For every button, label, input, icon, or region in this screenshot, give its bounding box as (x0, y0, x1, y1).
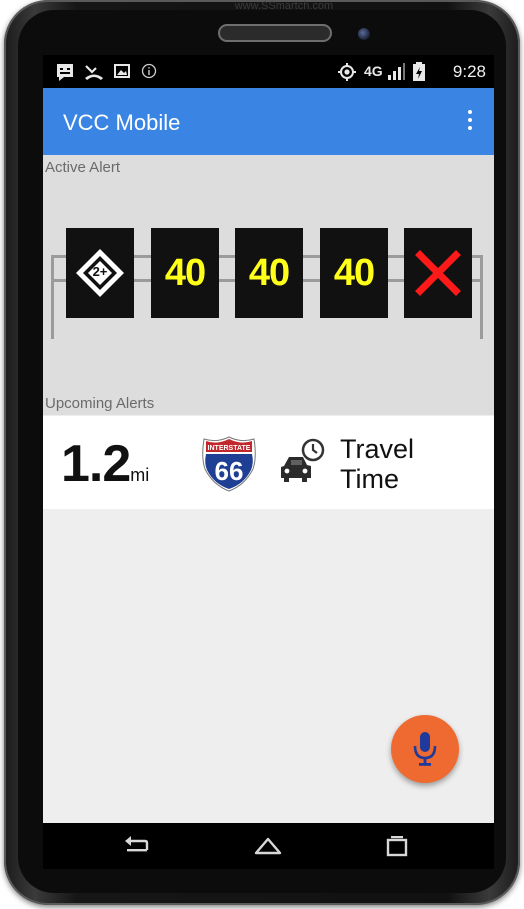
upcoming-alerts-label: Upcoming Alerts (45, 395, 155, 412)
network-type: 4G (364, 63, 383, 79)
gantry-post-left (51, 255, 54, 339)
active-alert-label: Active Alert (45, 159, 121, 176)
alert-title: Travel Time (340, 434, 414, 494)
shield-number: 66 (215, 456, 244, 486)
interstate-shield-icon: INTERSTATE 66 (202, 436, 256, 492)
distance-unit: mi (130, 465, 150, 485)
gantry-post-right (480, 255, 483, 339)
voice-input-button[interactable] (391, 715, 459, 783)
earpiece-speaker (218, 24, 332, 42)
red-x-icon (415, 250, 461, 296)
signal-icon (386, 62, 406, 87)
more-vertical-icon[interactable] (466, 110, 474, 134)
watermark: www.SSmartch.com (234, 0, 334, 12)
speed-sign-value: 40 (248, 251, 290, 294)
missed-call-icon (83, 62, 105, 87)
lane-closed-sign (404, 228, 472, 318)
screen: 4G 9:28 VCC Mobile Active Alert 2+ 40 40… (43, 55, 494, 823)
upcoming-alert-item[interactable]: 1.2mi INTERSTATE 66 Travel Time (43, 416, 494, 509)
app-bar: VCC Mobile (43, 88, 494, 155)
status-time: 9:28 (452, 62, 486, 81)
speed-sign-1: 40 (151, 228, 219, 318)
speed-sign-3: 40 (320, 228, 388, 318)
message-icon (55, 62, 75, 87)
image-icon (113, 62, 131, 85)
car-clock-icon (281, 438, 325, 482)
microphone-icon (413, 732, 437, 766)
home-icon[interactable] (253, 835, 283, 857)
speed-sign-value: 40 (333, 251, 375, 294)
alert-title-line1: Travel (340, 434, 415, 464)
battery-charging-icon (412, 62, 426, 87)
hov-sign-text: 2+ (92, 264, 108, 279)
hov-lane-sign: 2+ (66, 228, 134, 318)
alert-title-line2: Time (340, 464, 399, 494)
status-bar: 4G 9:28 (43, 55, 494, 88)
location-icon (337, 62, 357, 87)
distance-value: 1.2 (61, 435, 131, 493)
speed-sign-value: 40 (164, 251, 206, 294)
recent-apps-icon[interactable] (385, 834, 409, 858)
alert-distance: 1.2mi (61, 434, 149, 494)
info-icon (141, 63, 157, 84)
shield-top-text: INTERSTATE (208, 445, 251, 452)
navigation-bar (43, 823, 494, 869)
front-camera (358, 28, 370, 40)
app-title: VCC Mobile (63, 110, 181, 135)
back-icon[interactable] (123, 835, 151, 857)
speed-sign-2: 40 (235, 228, 303, 318)
